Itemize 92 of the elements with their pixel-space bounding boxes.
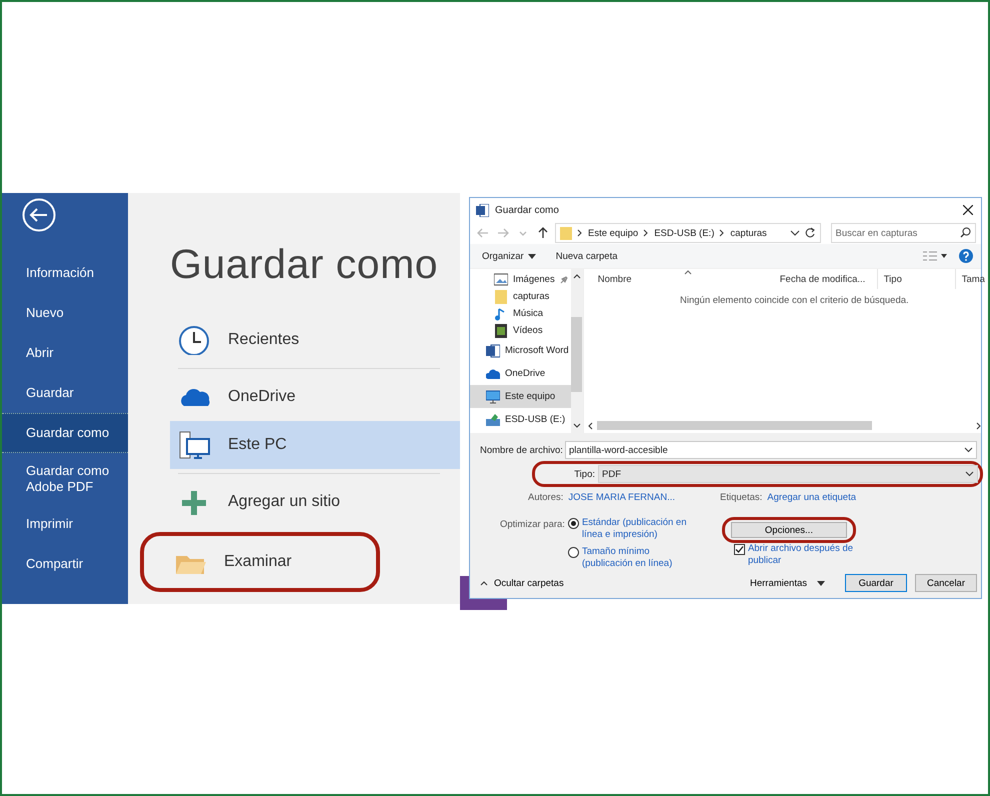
nav-item[interactable]: ESD-USB (E:) — [470, 408, 571, 431]
nav-item[interactable]: Microsoft Word — [470, 339, 571, 362]
breadcrumb-item[interactable]: capturas — [730, 228, 767, 238]
column-header[interactable]: Fecha de modifica... — [774, 269, 878, 289]
field-label: Optimizar para: — [500, 519, 565, 532]
back-arrow-icon[interactable] — [475, 227, 491, 239]
menu-item[interactable]: Nuevo — [2, 300, 128, 326]
radio-button[interactable] — [568, 547, 579, 558]
field-label: Tipo: — [573, 468, 595, 480]
chevron-icon — [642, 229, 650, 237]
menu-item[interactable]: Guardar como Adobe PDF — [2, 461, 128, 497]
nav-item[interactable]: Este equipo — [470, 385, 571, 408]
location-label: Examinar — [224, 553, 292, 571]
nav-item[interactable]: Imágenes — [470, 271, 571, 288]
address-bar[interactable]: Este equipo ESD-USB (E:) capturas — [555, 223, 821, 243]
scrollbar-thumb[interactable] — [571, 317, 582, 392]
location-item[interactable]: Recientes — [170, 316, 460, 364]
computer-icon — [178, 430, 210, 460]
filename-field[interactable]: plantilla-word-accesible — [565, 441, 977, 459]
location-item[interactable]: Este PC — [170, 421, 460, 469]
location-label: OneDrive — [228, 388, 296, 406]
nav-item[interactable]: capturas — [470, 288, 571, 305]
clock-icon — [178, 325, 210, 355]
cloud-icon — [486, 366, 500, 380]
cancel-button[interactable]: Cancelar — [915, 574, 977, 592]
breadcrumb-item[interactable]: ESD-USB (E:) — [654, 228, 714, 238]
menu-item[interactable]: Compartir — [2, 551, 128, 577]
chevron-icon — [572, 273, 581, 279]
dropdown-icon — [790, 229, 800, 237]
checkbox-option[interactable]: Abrir archivo después de publicar — [734, 543, 854, 567]
location-item[interactable]: OneDrive — [170, 373, 460, 421]
back-button[interactable] — [22, 198, 56, 232]
chevron-icon — [964, 447, 973, 453]
chevron-icon — [576, 229, 584, 237]
document-icon — [486, 344, 500, 358]
drive-icon — [486, 412, 500, 426]
search-field[interactable]: Buscar en capturas — [830, 223, 976, 243]
toolbar-button[interactable]: Organizar — [478, 250, 540, 262]
nav-item[interactable]: Música — [470, 305, 571, 322]
scrollbar[interactable] — [570, 269, 583, 433]
radio-option[interactable]: Tamaño mínimo (publicación en línea) — [568, 546, 694, 570]
caret-icon — [817, 580, 825, 586]
location-label: Agregar un sitio — [228, 493, 340, 511]
dialog-title: Guardar como — [495, 204, 560, 216]
location-label: Este PC — [228, 436, 287, 454]
authors-link[interactable]: JOSE MARIA FERNAN... — [568, 492, 676, 503]
menu-item[interactable]: Guardar como — [2, 413, 128, 453]
nav-item[interactable]: OneDrive — [470, 362, 571, 385]
folder-icon — [494, 290, 508, 304]
chevron-icon — [480, 580, 488, 586]
chevron-icon — [976, 422, 982, 430]
scrollbar-thumb[interactable] — [596, 421, 872, 430]
location-item[interactable]: Examinar — [140, 532, 380, 592]
view-options-icon — [923, 251, 947, 261]
page-title: Guardar como — [170, 241, 440, 288]
menu-item[interactable]: Abrir — [2, 340, 128, 366]
radio-button[interactable] — [568, 518, 579, 529]
hide-folders-button[interactable]: Ocultar carpetas — [480, 578, 564, 588]
refresh-icon — [804, 227, 816, 239]
add-tag-link[interactable]: Agregar una etiqueta — [767, 492, 856, 503]
toolbar-button[interactable]: Nueva carpeta — [552, 250, 622, 262]
tools-button[interactable]: Herramientas — [744, 576, 831, 590]
column-header[interactable]: Nombre — [584, 269, 774, 289]
search-icon — [960, 227, 971, 238]
sort-icon — [684, 270, 692, 275]
menu-item[interactable]: Información — [2, 260, 128, 286]
field-label: Autores: — [528, 492, 564, 503]
menu-item[interactable]: Imprimir — [2, 511, 128, 537]
save-button[interactable]: Guardar — [845, 574, 907, 592]
close-button[interactable] — [961, 203, 975, 217]
chevron-icon — [718, 229, 726, 237]
menu-item[interactable]: Guardar — [2, 380, 128, 406]
field-label: Nombre de archivo: — [480, 444, 562, 456]
film-icon — [494, 324, 508, 338]
checkbox[interactable] — [734, 544, 745, 555]
monitor-icon — [486, 390, 500, 404]
folder-icon — [560, 226, 572, 240]
options-button[interactable]: Opciones... — [730, 522, 847, 538]
picture-icon — [494, 272, 508, 286]
help-icon — [959, 249, 973, 263]
word-icon — [476, 204, 489, 216]
chevron-icon — [965, 471, 974, 477]
type-dropdown[interactable]: PDF — [598, 465, 978, 483]
breadcrumb-item[interactable]: Este equipo — [588, 228, 638, 238]
radio-option[interactable]: Estándar (publicación en línea e impresión) — [568, 517, 694, 541]
empty-message: Ningún elemento coincide con el criterio de búsqueda. — [679, 294, 910, 308]
location-item[interactable]: Agregar un sitio — [170, 478, 460, 526]
forward-arrow-icon[interactable] — [495, 227, 511, 239]
nav-item[interactable]: Vídeos — [470, 322, 571, 339]
column-header[interactable]: Tipo — [878, 269, 956, 289]
field-label: Etiquetas: — [720, 492, 762, 503]
location-label: Recientes — [228, 331, 300, 349]
